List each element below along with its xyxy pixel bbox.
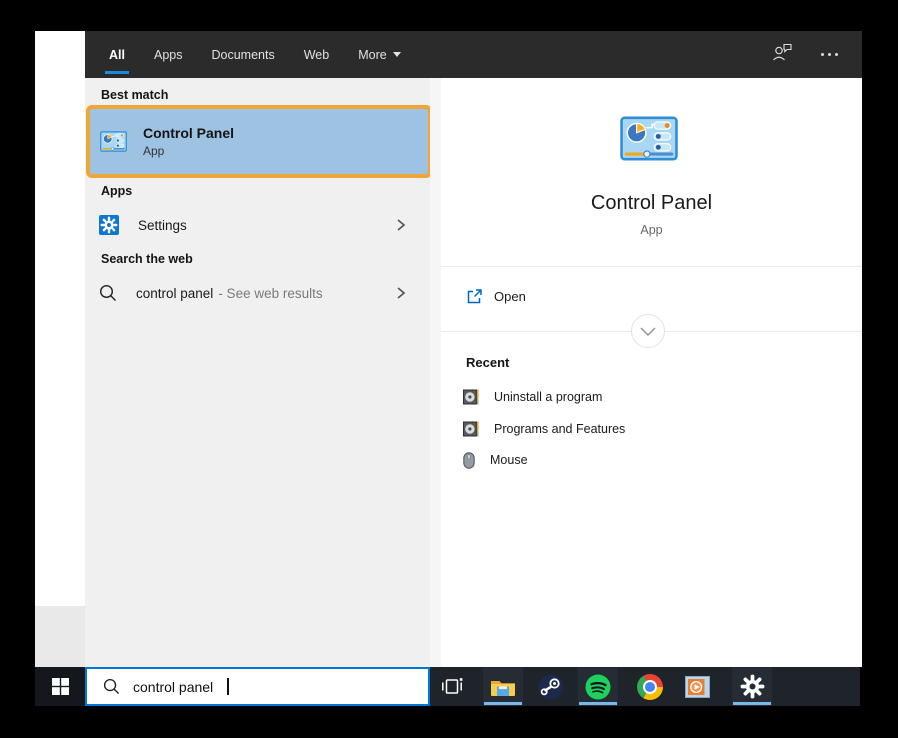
taskbar-movies-tv-button[interactable]: [677, 667, 717, 706]
settings-label: Settings: [138, 218, 187, 233]
divider: [441, 266, 862, 267]
more-options-icon[interactable]: [821, 53, 838, 56]
text-caret: [227, 678, 229, 695]
taskbar-settings-button[interactable]: [732, 667, 772, 706]
start-button[interactable]: [35, 667, 85, 706]
recent-item-uninstall[interactable]: Uninstall a program: [441, 381, 862, 413]
results-pane: Best match: [85, 78, 430, 667]
annotation-highlight-box: Control Panel App: [86, 105, 432, 178]
result-settings[interactable]: Settings: [85, 208, 430, 242]
chevron-right-icon: [396, 286, 406, 300]
recent-item-programs-features[interactable]: Programs and Features: [441, 413, 862, 445]
expand-results-button[interactable]: [631, 314, 665, 348]
spotify-icon: [585, 674, 611, 700]
preview-pane: Control Panel App Open Recent: [441, 78, 862, 667]
tab-documents[interactable]: Documents: [211, 31, 274, 78]
open-action[interactable]: Open: [441, 278, 862, 314]
file-explorer-icon: [490, 676, 516, 697]
tab-more[interactable]: More: [358, 31, 400, 78]
chevron-right-icon: [396, 218, 406, 232]
background-window-footer-strip: [35, 606, 85, 667]
windows-logo-icon: [52, 678, 69, 695]
best-match-title: Control Panel: [143, 125, 234, 141]
taskbar-search-input[interactable]: control panel: [85, 667, 430, 706]
programs-icon: [463, 421, 479, 437]
best-match-header: Best match: [101, 88, 168, 102]
search-the-web-header: Search the web: [101, 252, 193, 266]
settings-icon: [99, 215, 119, 235]
tab-all[interactable]: All: [109, 31, 125, 78]
recent-header: Recent: [466, 355, 509, 370]
recent-item-mouse[interactable]: Mouse: [441, 444, 862, 476]
search-icon: [99, 284, 117, 302]
more-dropdown-icon: [393, 52, 401, 57]
result-web-search[interactable]: control panel - See web results: [85, 276, 430, 310]
taskbar-chrome-button[interactable]: [630, 667, 670, 706]
steam-icon: [538, 674, 564, 700]
best-match-subtitle: App: [143, 144, 234, 158]
apps-header: Apps: [101, 184, 132, 198]
header-actions: [772, 43, 838, 66]
programs-icon: [463, 389, 479, 405]
screenshot-root: All Apps Documents Web More: [0, 0, 898, 738]
taskbar-spotify-button[interactable]: [578, 667, 618, 706]
web-query-suffix: - See web results: [218, 286, 322, 301]
taskbar: control panel: [35, 667, 860, 706]
tab-web[interactable]: Web: [304, 31, 329, 78]
open-label: Open: [494, 289, 526, 304]
best-match-result[interactable]: Control Panel App: [100, 125, 428, 158]
taskbar-task-view-button[interactable]: [432, 667, 472, 706]
task-view-icon: [441, 678, 463, 695]
chrome-icon: [637, 674, 663, 700]
pane-gutter: [430, 78, 441, 667]
taskbar-steam-button[interactable]: [531, 667, 571, 706]
taskbar-file-explorer-button[interactable]: [483, 667, 523, 706]
web-query: control panel: [136, 286, 213, 301]
tab-apps[interactable]: Apps: [154, 31, 183, 78]
preview-title: Control Panel: [441, 192, 862, 215]
control-panel-icon: [100, 131, 127, 152]
search-icon: [103, 678, 120, 695]
feedback-icon[interactable]: [772, 43, 793, 66]
preview-subtitle: App: [441, 223, 862, 237]
search-query-text: control panel: [133, 679, 213, 695]
chevron-down-icon: [640, 327, 656, 336]
gear-icon: [740, 674, 765, 699]
start-search-flyout: All Apps Documents Web More: [85, 31, 862, 667]
mouse-icon: [463, 452, 475, 469]
background-window-strip: [35, 31, 85, 606]
control-panel-icon: [620, 116, 678, 161]
search-filter-tabs: All Apps Documents Web More: [85, 31, 862, 78]
open-external-icon: [466, 288, 483, 305]
movies-tv-icon: [684, 674, 711, 700]
